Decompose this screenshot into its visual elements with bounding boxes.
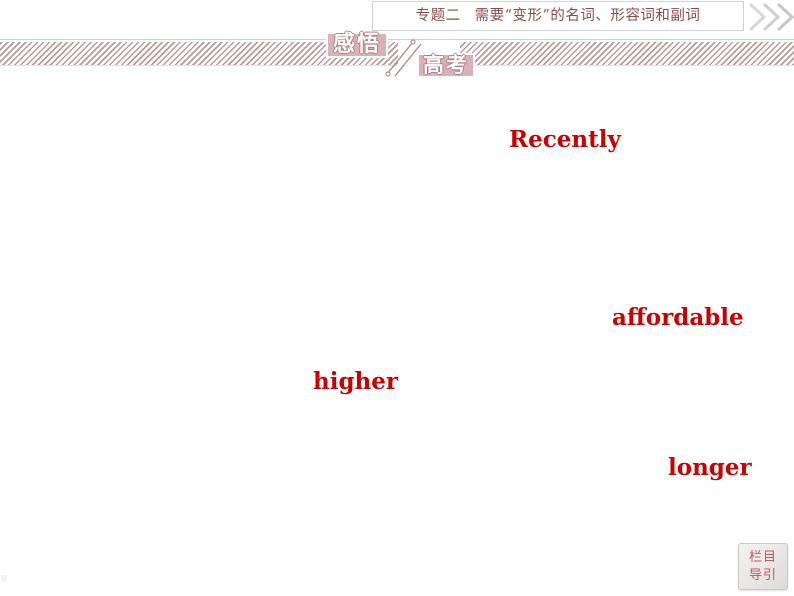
column-guide-label-line1: 栏目 [748, 549, 777, 565]
slide-content: Recently affordable higher longer [0, 70, 794, 530]
unit-label: 专题二 [415, 7, 461, 24]
title-text: 需要“变形”的名词、形容词和副词 [474, 7, 701, 24]
page-title: 专题二 需要“变形”的名词、形容词和副词 [416, 9, 701, 24]
keyword-answer: longer [668, 454, 752, 481]
column-guide-button[interactable]: 栏目 导引 [738, 543, 788, 590]
double-chevron-right-icon [748, 2, 794, 32]
header-title-box: 专题二 需要“变形”的名词、形容词和副词 [372, 1, 744, 31]
banner-top-rule [0, 39, 794, 40]
badge-ganwu: 感悟 [326, 32, 388, 58]
slide-root: 专题二 需要“变形”的名词、形容词和副词 感悟 高考 Recently affor… [0, 0, 794, 596]
keyword-answer: Recently [509, 126, 621, 153]
banner-bottom-rule [0, 65, 794, 66]
corner-mark [1, 575, 7, 582]
banner-stripe-band [0, 42, 794, 65]
badge-ganwu-label: 感悟 [332, 32, 381, 57]
column-guide-label-line2: 导引 [748, 567, 777, 583]
slide-header: 专题二 需要“变形”的名词、形容词和副词 [0, 0, 794, 36]
keyword-answer: higher [313, 368, 399, 395]
keyword-answer: affordable [612, 304, 744, 331]
